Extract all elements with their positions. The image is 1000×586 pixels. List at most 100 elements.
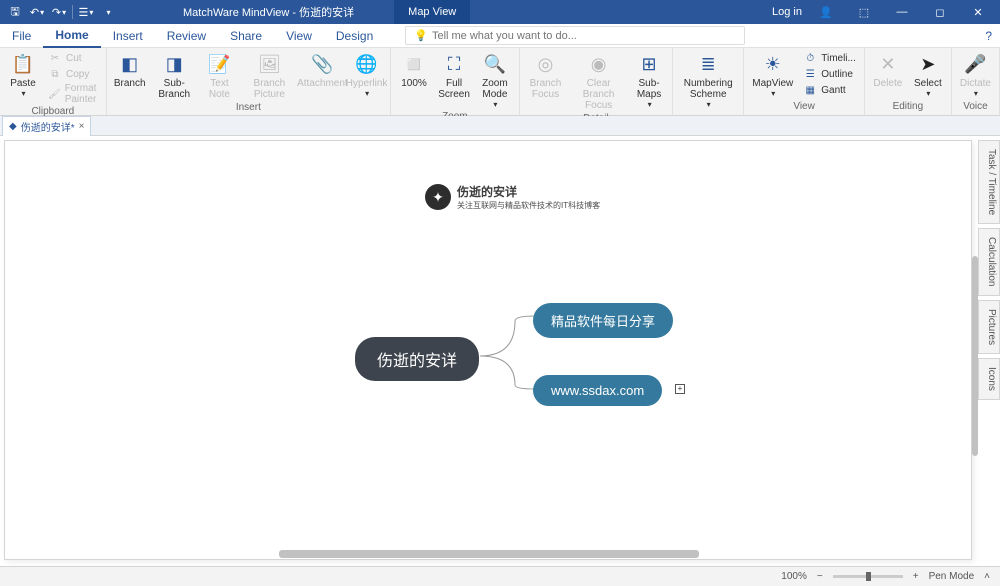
- cursor-icon: ➤: [916, 52, 940, 76]
- document-tab[interactable]: ◆ 伤逝的安详* ×: [2, 116, 91, 136]
- text-note-button[interactable]: 📝Text Note: [200, 50, 239, 102]
- help-icon[interactable]: ?: [985, 29, 992, 43]
- hyperlink-button[interactable]: 🌐Hyperlink▾: [347, 50, 386, 100]
- sub-branch-icon: ◨: [162, 52, 186, 76]
- group-label-editing: Editing: [869, 101, 947, 113]
- numbering-scheme-button[interactable]: ≣Numbering Scheme▾: [677, 50, 739, 111]
- focus-icon: ◎: [533, 52, 557, 76]
- tab-review[interactable]: Review: [155, 25, 218, 47]
- tab-design[interactable]: Design: [324, 25, 385, 47]
- mapview-icon: ☀: [761, 52, 785, 76]
- document-tab-bar: ◆ 伤逝的安详* × ▾: [0, 116, 1000, 136]
- submaps-icon: ⊞: [637, 52, 661, 76]
- branch-icon: ◧: [118, 52, 142, 76]
- sub-branch-button[interactable]: ◨Sub-Branch: [151, 50, 198, 102]
- full-screen-button[interactable]: ⛶Full Screen: [435, 50, 473, 102]
- paste-icon: 📋: [11, 52, 35, 76]
- outline-icon: ☰: [803, 67, 817, 81]
- close-icon[interactable]: ✕: [964, 0, 992, 24]
- maximize-icon[interactable]: ◻: [926, 0, 954, 24]
- side-panel-icons[interactable]: Icons: [978, 358, 1000, 400]
- pen-mode-toggle[interactable]: Pen Mode: [929, 571, 975, 582]
- map-view-button[interactable]: Map View: [394, 0, 470, 24]
- copy-button[interactable]: ⧉Copy: [44, 66, 102, 82]
- doc-icon: ◆: [9, 121, 17, 132]
- side-panel-calculation[interactable]: Calculation: [978, 228, 1000, 295]
- account-icon[interactable]: 👤: [812, 0, 840, 24]
- brush-icon: 🖌: [48, 87, 61, 101]
- numbering-icon: ≣: [696, 52, 720, 76]
- zoom-slider[interactable]: [833, 575, 903, 578]
- mindmap-root-node[interactable]: 伤逝的安详: [355, 337, 479, 381]
- chevron-up-icon[interactable]: ˄: [984, 571, 990, 582]
- tab-share[interactable]: Share: [218, 25, 274, 47]
- tell-me-search[interactable]: 💡: [405, 26, 745, 45]
- zoom-mode-button[interactable]: 🔍Zoom Mode▾: [475, 50, 515, 111]
- clear-focus-button[interactable]: ◉Clear Branch Focus: [569, 50, 628, 113]
- dictate-button[interactable]: 🎤Dictate▾: [956, 50, 995, 100]
- tab-home[interactable]: Home: [43, 24, 100, 48]
- tab-view[interactable]: View: [274, 25, 324, 47]
- branch-button[interactable]: ◧Branch: [111, 50, 149, 91]
- horizontal-scrollbar[interactable]: [9, 549, 943, 559]
- tab-insert[interactable]: Insert: [101, 25, 155, 47]
- hyperlink-icon: 🌐: [355, 52, 379, 76]
- 100pct-icon: ⬜: [402, 52, 426, 76]
- picture-icon: 🖼: [257, 52, 281, 76]
- paste-button[interactable]: 📋Paste▾: [4, 50, 42, 100]
- gantt-button[interactable]: ▦Gantt: [799, 82, 860, 98]
- side-panel-task[interactable]: Task / Timeline: [978, 140, 1000, 224]
- save-icon[interactable]: 🖫: [6, 3, 24, 21]
- minimize-icon[interactable]: —: [888, 0, 916, 24]
- delete-button[interactable]: ✕Delete: [869, 50, 907, 91]
- zoom-level[interactable]: 100%: [781, 571, 807, 582]
- mindmap-sub-node-1[interactable]: 精品软件每日分享: [533, 303, 673, 338]
- ribbon-display-icon[interactable]: ⬚: [850, 0, 878, 24]
- canvas-area: ✦ 伤逝的安详 关注互联网与精品软件技术的IT科技博客 伤逝的安详 精品软件每日…: [0, 136, 1000, 564]
- cut-icon: ✂: [48, 51, 62, 65]
- watermark-logo-icon: ✦: [425, 184, 451, 210]
- group-label-voice: Voice: [956, 101, 995, 113]
- sub-maps-button[interactable]: ⊞Sub-Maps▾: [630, 50, 668, 111]
- connectors: [5, 141, 971, 559]
- mindmap-sub-node-2[interactable]: www.ssdax.com: [533, 375, 662, 406]
- attachment-icon: 📎: [310, 52, 334, 76]
- status-bar: 100% − + Pen Mode ˄: [0, 566, 1000, 586]
- app-title: MatchWare MindView - 伤逝的安详: [123, 4, 354, 20]
- add-branch-icon[interactable]: +: [675, 384, 685, 394]
- dictate-icon: 🎤: [963, 52, 987, 76]
- copy-icon: ⧉: [48, 67, 62, 81]
- login-link[interactable]: Log in: [772, 6, 802, 18]
- branch-picture-button[interactable]: 🖼Branch Picture: [241, 50, 298, 102]
- zoom-out-icon[interactable]: −: [817, 571, 823, 582]
- ribbon: 📋Paste▾ ✂Cut ⧉Copy 🖌Format Painter Clipb…: [0, 48, 1000, 116]
- select-button[interactable]: ➤Select▾: [909, 50, 947, 100]
- qat-customize-icon[interactable]: ▾: [99, 3, 117, 21]
- mapview-button[interactable]: ☀MapView▾: [748, 50, 797, 100]
- lightbulb-icon: 💡: [414, 29, 428, 42]
- timeline-button[interactable]: ⏱Timeli...: [799, 50, 860, 66]
- tell-me-input[interactable]: [432, 30, 736, 42]
- zoom-in-icon[interactable]: +: [913, 571, 919, 582]
- close-tab-icon[interactable]: ×: [79, 121, 85, 132]
- group-label-insert: Insert: [111, 102, 386, 114]
- doc-tab-name: 伤逝的安详*: [21, 119, 75, 134]
- timeline-icon: ⏱: [803, 51, 817, 65]
- quick-access-toolbar: 🖫 ↶▾ ↷▾ ☰▾ ▾: [0, 3, 123, 21]
- tab-file[interactable]: File: [0, 25, 43, 47]
- watermark: ✦ 伤逝的安详 关注互联网与精品软件技术的IT科技博客: [425, 183, 600, 211]
- format-painter-button[interactable]: 🖌Format Painter: [44, 82, 102, 106]
- touch-mode-icon[interactable]: ☰▾: [77, 3, 95, 21]
- side-panel-pictures[interactable]: Pictures: [978, 300, 1000, 354]
- attachment-button[interactable]: 📎Attachment: [300, 50, 345, 91]
- zoom-100-button[interactable]: ⬜100%: [395, 50, 433, 91]
- mindmap-canvas[interactable]: ✦ 伤逝的安详 关注互联网与精品软件技术的IT科技博客 伤逝的安详 精品软件每日…: [4, 140, 972, 560]
- note-icon: 📝: [207, 52, 231, 76]
- group-label-view: View: [748, 101, 860, 113]
- outline-button[interactable]: ☰Outline: [799, 66, 860, 82]
- cut-button[interactable]: ✂Cut: [44, 50, 102, 66]
- redo-icon[interactable]: ↷▾: [50, 3, 68, 21]
- undo-icon[interactable]: ↶▾: [28, 3, 46, 21]
- branch-focus-button[interactable]: ◎Branch Focus: [524, 50, 568, 102]
- zoom-icon: 🔍: [483, 52, 507, 76]
